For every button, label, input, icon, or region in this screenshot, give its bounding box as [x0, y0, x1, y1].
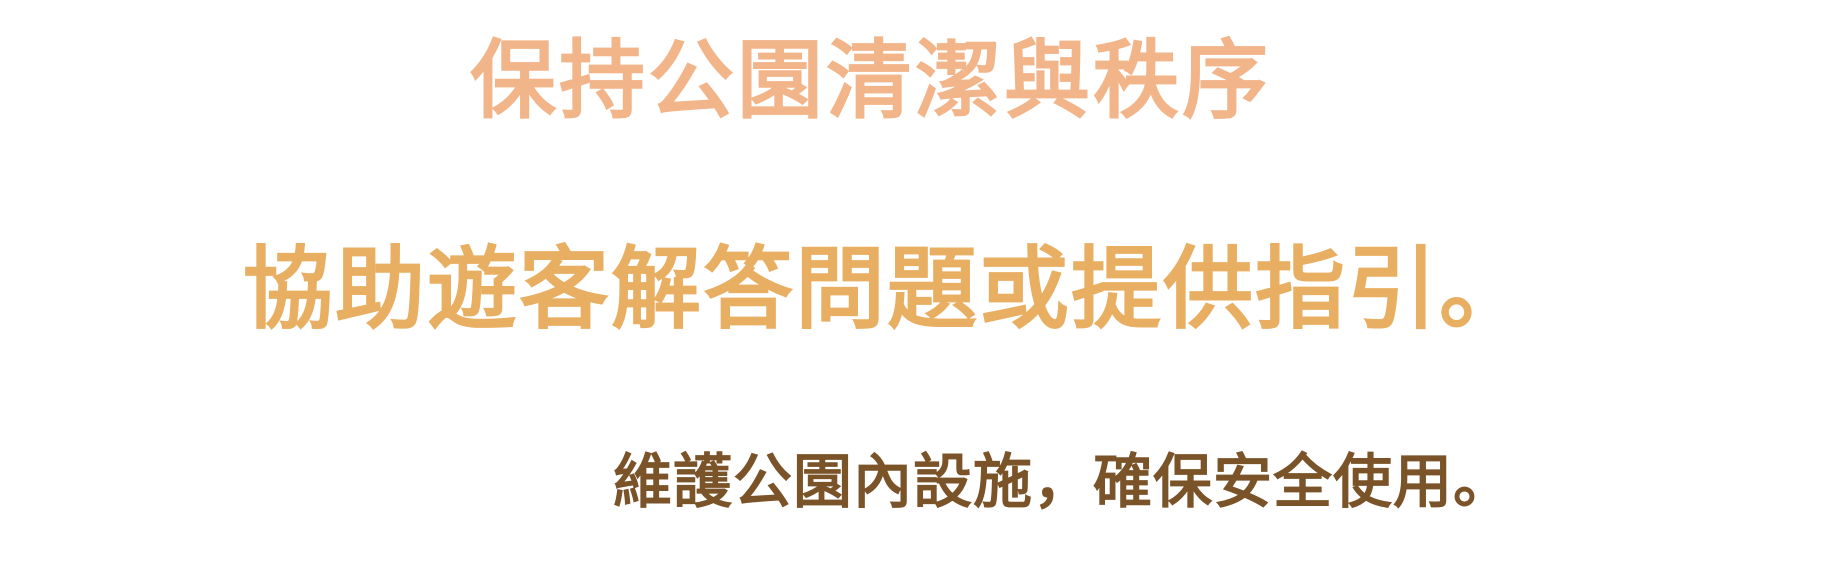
duty-line-1: 保持公園清潔與秩序 — [470, 31, 1271, 131]
duty-line-3: 維護公園內設施，確保安全使用。 — [613, 447, 1514, 516]
duty-line-2: 協助遊客解答問題或提供指引。 — [243, 237, 1531, 342]
